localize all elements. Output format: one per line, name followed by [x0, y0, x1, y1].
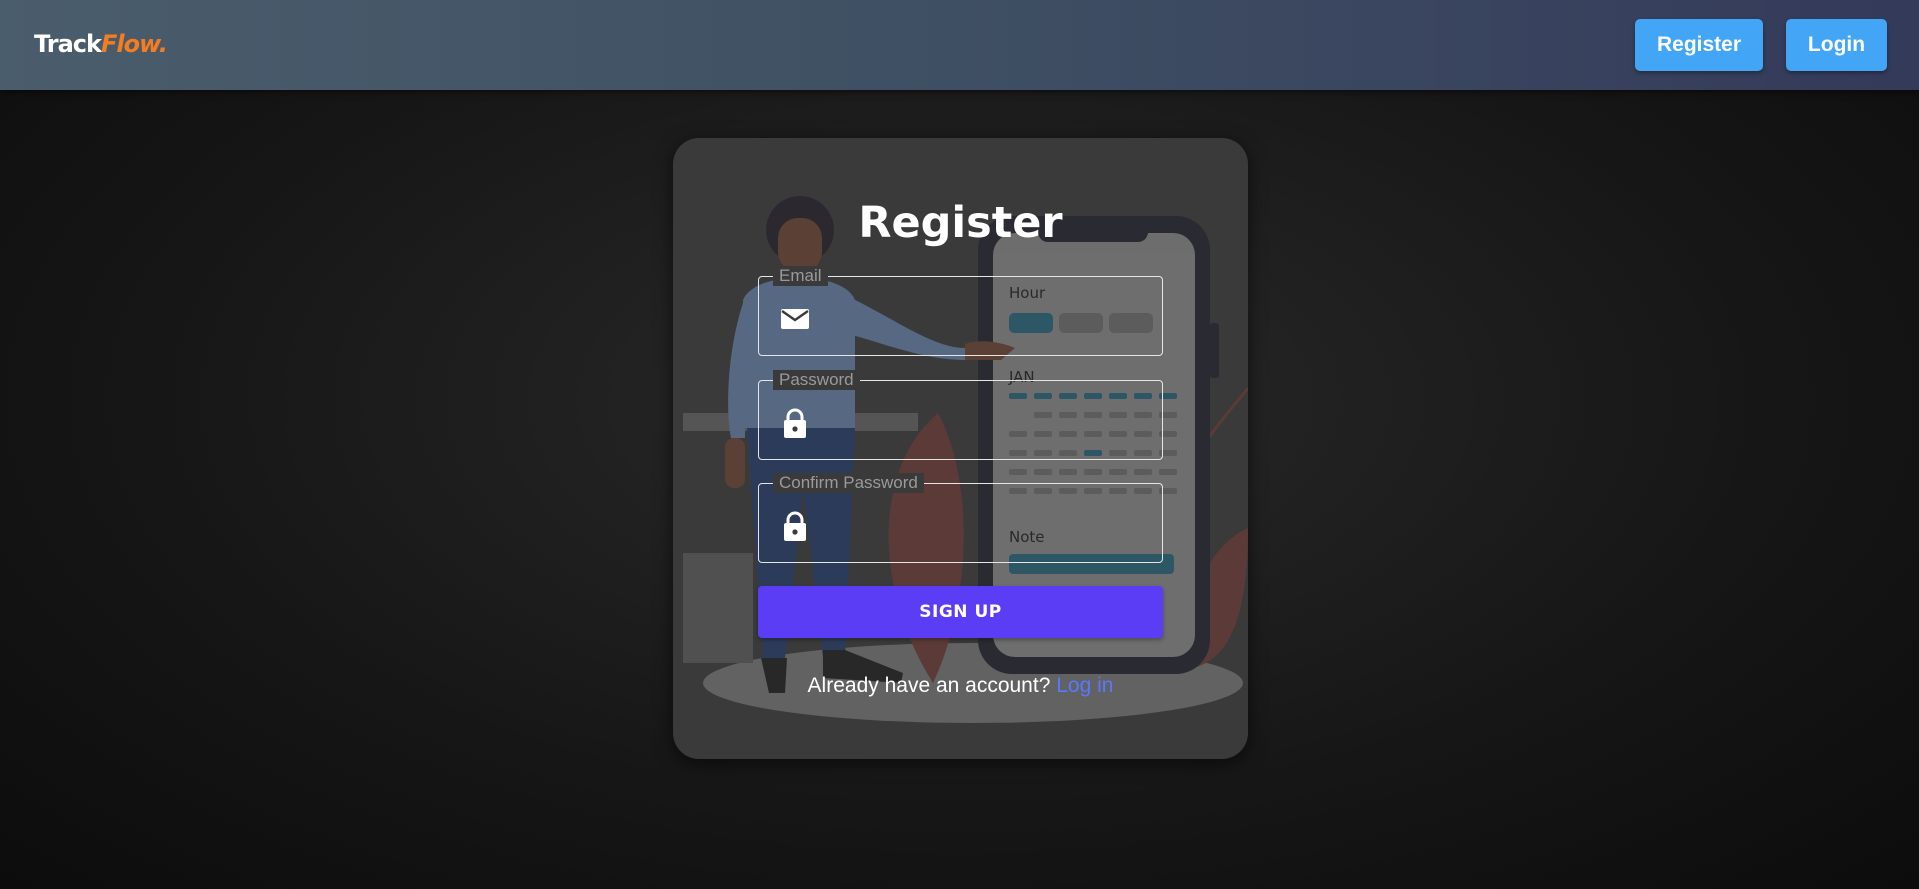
nav-register-button[interactable]: Register [1635, 19, 1763, 71]
logo-text-main: Track [34, 30, 102, 58]
top-navbar: TrackFlow. Register Login [0, 0, 1919, 90]
calendar-cell [1159, 469, 1177, 475]
nav-login-button[interactable]: Login [1786, 19, 1887, 71]
trackflow-logo[interactable]: TrackFlow. [34, 30, 168, 58]
calendar-cell [1009, 469, 1027, 475]
envelope-icon [779, 303, 811, 335]
confirm-password-label: Confirm Password [773, 473, 924, 493]
password-input[interactable] [827, 401, 1147, 441]
confirm-password-input[interactable] [827, 504, 1147, 544]
password-label: Password [773, 370, 860, 390]
logo-text-accent: Flow. [100, 30, 168, 58]
register-card: Hour JAN Note Register Email Password Co… [673, 138, 1248, 759]
calendar-cell [1034, 469, 1052, 475]
lock-icon [779, 510, 811, 542]
register-title: Register [858, 198, 1063, 248]
email-field[interactable]: Email [758, 266, 1163, 356]
calendar-cell [1134, 469, 1152, 475]
confirm-password-field[interactable]: Confirm Password [758, 473, 1163, 563]
login-link[interactable]: Log in [1056, 674, 1113, 697]
calendar-cell [1059, 469, 1077, 475]
email-input[interactable] [827, 297, 1147, 337]
login-prompt-text: Already have an account? [807, 674, 1051, 697]
calendar-cell [1109, 469, 1127, 475]
calendar-cell [1084, 469, 1102, 475]
login-prompt: Already have an account? Log in [673, 674, 1248, 698]
password-field[interactable]: Password [758, 370, 1163, 460]
sign-up-button[interactable]: SIGN UP [758, 586, 1163, 638]
lock-icon [779, 407, 811, 439]
email-label: Email [773, 266, 828, 286]
